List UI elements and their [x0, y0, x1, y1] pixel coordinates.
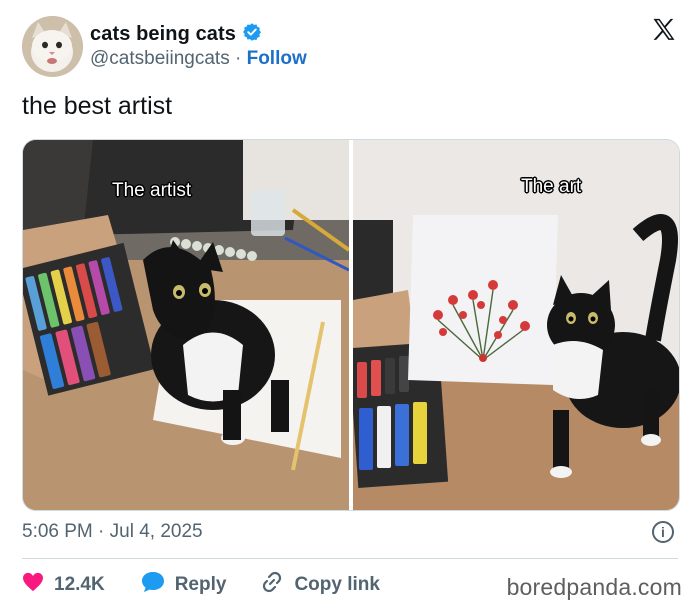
- media-artist-photo[interactable]: The artist: [23, 140, 351, 510]
- like-button[interactable]: 12.4K: [22, 572, 105, 598]
- divider: [22, 558, 678, 559]
- tweet-media[interactable]: The artist The art: [22, 139, 680, 511]
- info-icon[interactable]: i: [652, 521, 674, 543]
- heart-icon: [22, 572, 44, 598]
- reply-label: Reply: [174, 574, 227, 595]
- follow-button[interactable]: Follow: [247, 48, 307, 69]
- like-count: 12.4K: [54, 574, 105, 595]
- media-caption: The art: [521, 176, 582, 197]
- watermark: boredpanda.com: [506, 574, 682, 600]
- display-name[interactable]: cats being cats: [90, 23, 236, 46]
- verified-badge-icon: [242, 22, 262, 47]
- tweet-timestamp[interactable]: 5:06 PM · Jul 4, 2025: [22, 521, 203, 543]
- action-bar: 12.4K Reply Copy link: [22, 570, 380, 600]
- link-icon: [260, 570, 284, 600]
- handle-separator: ·: [234, 48, 242, 69]
- art-photo: [348, 140, 679, 510]
- media-caption: The artist: [112, 180, 192, 201]
- tweet-time[interactable]: 5:06 PM: [22, 521, 93, 542]
- copy-link-button[interactable]: Copy link: [260, 570, 380, 600]
- avatar[interactable]: [22, 16, 83, 77]
- reply-button[interactable]: Reply: [141, 571, 227, 599]
- speech-bubble-icon: [141, 571, 165, 599]
- cat-avatar-image: [22, 16, 83, 77]
- user-handle[interactable]: @catsbeiingcats: [90, 48, 230, 69]
- tweet-date[interactable]: Jul 4, 2025: [110, 521, 203, 542]
- copy-link-label: Copy link: [294, 574, 380, 595]
- timestamp-separator: ·: [98, 521, 105, 542]
- media-art-photo[interactable]: The art: [348, 140, 679, 510]
- tweet-text: the best artist: [22, 92, 173, 120]
- x-logo-icon[interactable]: [650, 16, 678, 44]
